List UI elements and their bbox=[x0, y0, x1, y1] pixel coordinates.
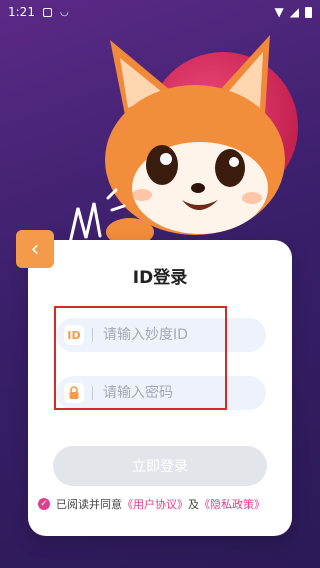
signal-icon: ◢ bbox=[289, 5, 299, 19]
page-title: ID登录 bbox=[132, 268, 188, 288]
login-button[interactable]: 立即登录 bbox=[53, 446, 267, 486]
field-divider bbox=[92, 386, 93, 400]
password-input[interactable] bbox=[101, 384, 245, 402]
agreement-prefix: 已阅读并同意 bbox=[56, 498, 122, 511]
battery-icon bbox=[305, 6, 312, 18]
password-field[interactable] bbox=[56, 376, 266, 410]
id-field[interactable]: ID bbox=[56, 318, 266, 352]
agreement-and: 及 bbox=[188, 498, 199, 511]
privacy-policy-link[interactable]: 《隐私政策》 bbox=[199, 496, 265, 512]
wifi-icon: ▼ bbox=[274, 5, 284, 19]
chevron-left-icon: ‹ bbox=[30, 236, 40, 262]
id-input[interactable] bbox=[101, 326, 245, 344]
wifi-off-icon: ◡ bbox=[59, 6, 69, 18]
lock-icon bbox=[64, 383, 84, 403]
status-time: 1:21 bbox=[8, 5, 35, 19]
field-divider bbox=[92, 328, 93, 342]
agreement-row: ✓ 已阅读并同意 《用户协议》 及 《隐私政策》 bbox=[38, 496, 265, 512]
notification-icon bbox=[42, 7, 52, 17]
checkbox-checked-icon[interactable]: ✓ bbox=[38, 498, 50, 510]
id-icon: ID bbox=[64, 325, 84, 345]
user-agreement-link[interactable]: 《用户协议》 bbox=[122, 496, 188, 512]
